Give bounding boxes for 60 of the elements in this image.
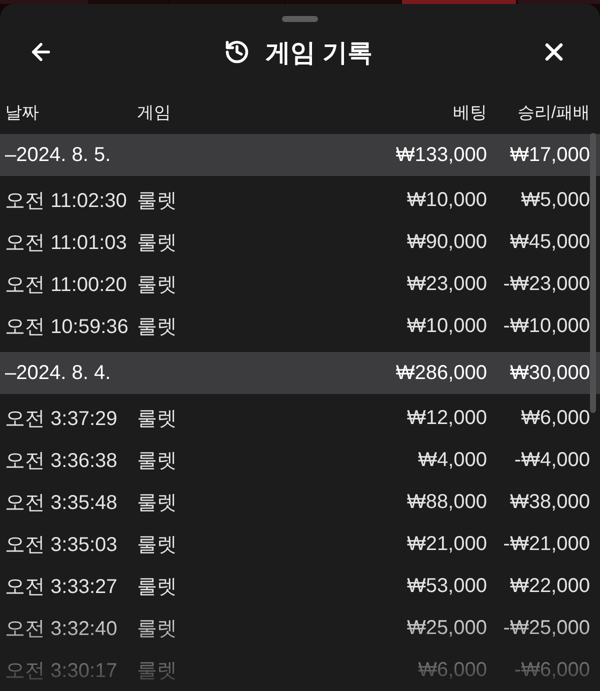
group-result-total: ₩17,000 [510, 144, 590, 166]
bet-cell: ₩10,000 [406, 314, 487, 338]
result-cell: -₩10,000 [503, 314, 590, 338]
time-cell-text: 오전 11:01:03 [5, 230, 127, 256]
game-cell-text: 룰렛 [137, 616, 177, 642]
result-cell: ₩38,000 [510, 490, 590, 514]
bet-cell: ₩21,000 [406, 532, 487, 556]
time-cell-text: 오전 11:00:20 [5, 272, 127, 298]
date-group-row[interactable]: –2024. 8. 4. ₩286,000 ₩30,000 [0, 352, 600, 394]
group-date: –2024. 8. 4. [5, 362, 111, 384]
time-cell-text: 오전 3:33:27 [5, 574, 118, 600]
time-cell-text: 오전 3:37:29 [5, 406, 118, 432]
result-cell: -₩21,000 [503, 532, 590, 556]
result-cell: -₩6,000 [514, 658, 590, 682]
history-icon [224, 39, 250, 65]
bet-cell: ₩4,000 [418, 448, 487, 472]
bet-cell: ₩25,000 [406, 616, 487, 640]
bet-cell: ₩6,000 [418, 658, 487, 682]
game-cell-text: 룰렛 [137, 314, 177, 340]
game-cell-text: 룰렛 [137, 406, 177, 432]
result-cell: ₩22,000 [510, 574, 590, 598]
column-header: 게임 [137, 102, 171, 124]
time-cell-text: 오전 3:35:48 [5, 490, 118, 516]
time-cell-text: 오전 3:36:38 [5, 448, 118, 474]
sheet-title: 게임 기록 [266, 38, 372, 68]
time-cell-text: 오전 11:02:30 [5, 188, 127, 214]
bet-cell: ₩53,000 [406, 574, 487, 598]
drag-handle[interactable] [282, 16, 318, 22]
group-bet-total: ₩286,000 [396, 362, 487, 384]
game-cell-text: 룰렛 [137, 574, 177, 600]
result-cell: -₩25,000 [503, 616, 590, 640]
game-cell-text: 룰렛 [137, 272, 177, 298]
game-cell-text: 룰렛 [137, 230, 177, 256]
column-header: 날짜 [5, 102, 39, 124]
time-cell-text: 오전 3:30:17 [5, 658, 118, 684]
result-cell: ₩5,000 [521, 188, 590, 212]
time-cell-text: 오전 3:32:40 [5, 616, 118, 642]
column-header: 베팅 [453, 102, 487, 124]
date-group-row[interactable]: –2024. 8. 5. ₩133,000 ₩17,000 [0, 134, 600, 176]
game-cell-text: 룰렛 [137, 532, 177, 558]
game-cell-text: 룰렛 [137, 448, 177, 474]
bet-cell: ₩90,000 [406, 230, 487, 254]
time-cell-text: 오전 10:59:36 [5, 314, 128, 340]
game-cell-text: 룰렛 [137, 490, 177, 516]
time-cell-text: 오전 3:35:03 [5, 532, 118, 558]
result-cell: ₩6,000 [521, 406, 590, 430]
result-cell: -₩23,000 [503, 272, 590, 296]
bet-cell: ₩10,000 [406, 188, 487, 212]
scrollbar-thumb[interactable] [590, 133, 596, 413]
bet-cell: ₩88,000 [406, 490, 487, 514]
result-cell: ₩45,000 [510, 230, 590, 254]
bet-cell: ₩23,000 [406, 272, 487, 296]
result-cell: -₩4,000 [514, 448, 590, 472]
group-date: –2024. 8. 5. [5, 144, 111, 166]
bet-cell: ₩12,000 [406, 406, 487, 430]
game-cell-text: 룰렛 [137, 188, 177, 214]
group-bet-total: ₩133,000 [396, 144, 487, 166]
group-result-total: ₩30,000 [510, 362, 590, 384]
column-header: 승리/패배 [517, 102, 590, 124]
game-cell-text: 룰렛 [137, 658, 177, 684]
